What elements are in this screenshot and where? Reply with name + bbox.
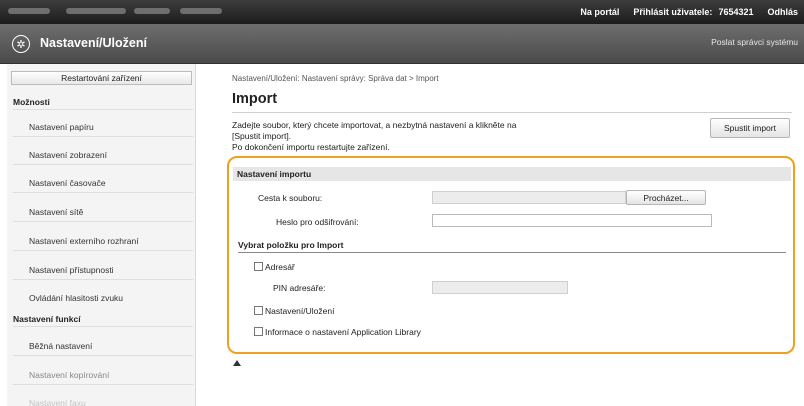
settings-registration-label: Nastavení/Uložení — [265, 306, 335, 316]
sidebar-section-options: Možnosti — [13, 97, 50, 107]
app-library-checkbox[interactable] — [254, 327, 263, 336]
sidebar-item-paper[interactable]: Nastavení papíru — [29, 122, 94, 132]
address-book-checkbox[interactable] — [254, 262, 263, 271]
sidebar-item-accessibility[interactable]: Nastavení přístupnosti — [29, 265, 114, 275]
divider — [13, 221, 193, 222]
decryption-password-field[interactable] — [432, 214, 712, 227]
file-path-field[interactable] — [432, 191, 626, 204]
divider — [232, 112, 792, 113]
sidebar-item-timer[interactable]: Nastavení časovače — [29, 178, 106, 188]
divider — [13, 279, 193, 280]
divider — [13, 326, 193, 327]
user-info: Přihlásit uživatele: 7654321 — [633, 7, 753, 17]
blurred-text — [134, 8, 170, 14]
breadcrumb: Nastavení/Uložení: Nastavení správy: Spr… — [232, 74, 439, 83]
pin-label: PIN adresáře: — [273, 283, 326, 293]
highlight-frame — [227, 156, 795, 354]
blurred-text — [180, 8, 222, 14]
description-line: Po dokončení importu restartujte zařízen… — [232, 142, 390, 152]
browse-button[interactable]: Procházet... — [626, 190, 706, 205]
scroll-top-icon[interactable] — [233, 360, 241, 366]
start-import-button[interactable]: Spustit import — [710, 118, 790, 138]
blurred-text — [66, 8, 126, 14]
address-book-pin-field[interactable] — [432, 281, 568, 294]
sidebar-item-display[interactable]: Nastavení zobrazení — [29, 150, 107, 160]
sidebar-item-network[interactable]: Nastavení sítě — [29, 207, 83, 217]
logout-link[interactable]: Odhlás — [767, 7, 798, 17]
sidebar-item-volume[interactable]: Ovládání hlasitosti zvuku — [29, 293, 123, 303]
divider — [13, 136, 193, 137]
portal-link[interactable]: Na portál — [580, 7, 619, 17]
login-label: Přihlásit uživatele: — [633, 7, 713, 17]
file-path-label: Cesta k souboru: — [258, 193, 323, 203]
settings-registration-checkbox[interactable] — [254, 306, 263, 315]
address-book-label: Adresář — [265, 262, 295, 272]
sidebar-section-functions: Nastavení funkcí — [13, 314, 81, 324]
divider — [13, 384, 193, 385]
description-line: [Spustit import]. — [232, 131, 292, 141]
user-id: 7654321 — [718, 7, 754, 17]
divider — [13, 109, 193, 110]
password-label: Heslo pro odšifrování: — [276, 217, 359, 227]
description: Zadejte soubor, který chcete importovat,… — [232, 120, 642, 156]
divider — [13, 250, 193, 251]
app-library-label: Informace o nastavení Application Librar… — [265, 327, 421, 337]
page-header-title: Nastavení/Uložení — [40, 36, 147, 50]
divider — [13, 355, 193, 356]
sidebar-item-common[interactable]: Běžná nastavení — [29, 341, 92, 351]
sidebar-item-external-interface[interactable]: Nastavení externího rozhraní — [29, 236, 139, 246]
restart-device-button[interactable]: Restartování zařízení — [11, 71, 192, 85]
blurred-text — [8, 8, 50, 14]
top-bar: Na portál Přihlásit uživatele: 7654321 O… — [0, 0, 804, 24]
settings-gear-icon: ✲ — [12, 35, 30, 53]
sidebar-item-copy[interactable]: Nastavení kopírování — [29, 370, 109, 380]
sidebar: Restartování zařízení Možnosti Nastavení… — [7, 64, 196, 406]
import-settings-heading: Nastavení importu — [233, 167, 791, 181]
page-title: Import — [232, 91, 278, 107]
select-items-heading: Vybrat položku pro Import — [238, 240, 344, 250]
mail-admin-link[interactable]: Poslat správci systému — [711, 37, 798, 47]
title-bar: ✲ Nastavení/Uložení Poslat správci systé… — [0, 24, 804, 64]
sidebar-item-fax[interactable]: Nastavení faxu — [29, 398, 86, 406]
divider — [13, 192, 193, 193]
divider — [238, 252, 786, 253]
divider — [13, 164, 193, 165]
description-line: Zadejte soubor, který chcete importovat,… — [232, 120, 517, 130]
